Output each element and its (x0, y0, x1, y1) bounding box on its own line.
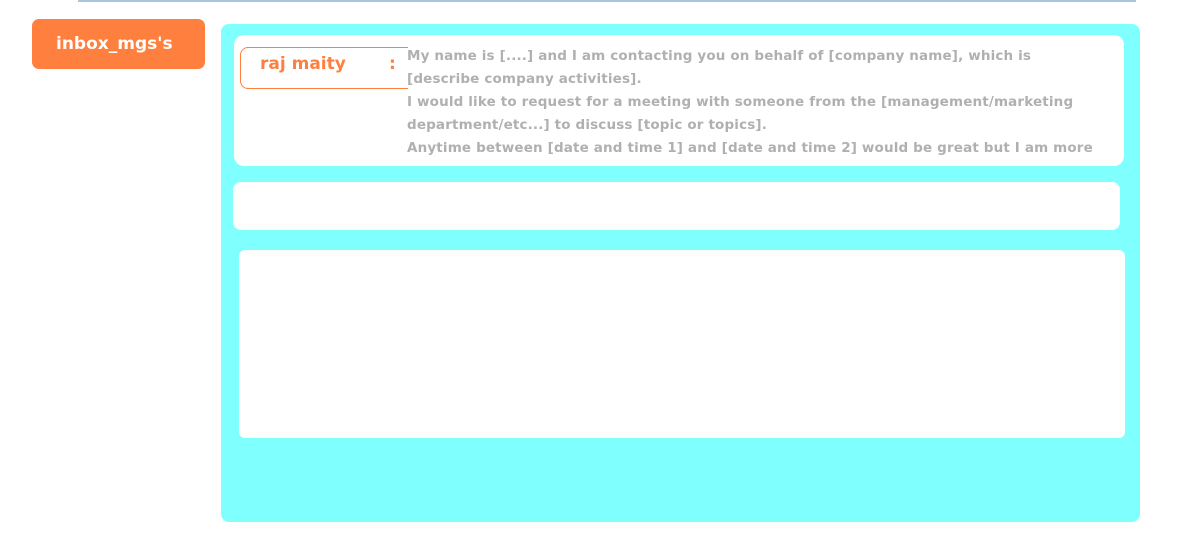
inbox-messages-button[interactable]: inbox_mgs's (32, 19, 205, 69)
sender-tag: raj maity : (240, 47, 408, 89)
sender-separator: : (389, 54, 396, 74)
message-line: My name is [....] and I am contacting yo… (407, 48, 1032, 64)
message-line: [describe company activities]. (407, 71, 642, 87)
message-panel: raj maity : My name is [....] and I am c… (221, 24, 1140, 522)
message-card[interactable]: raj maity : My name is [....] and I am c… (234, 35, 1124, 166)
reply-textarea[interactable] (239, 250, 1125, 438)
sender-name: raj maity (260, 54, 346, 74)
message-line: department/etc...] to discuss [topic or … (407, 117, 768, 133)
message-body: My name is [....] and I am contacting yo… (407, 45, 1117, 160)
top-divider (78, 0, 1136, 2)
message-line: I would like to request for a meeting wi… (407, 94, 1074, 110)
message-line: Anytime between [date and time 1] and [d… (407, 140, 1093, 156)
subject-input[interactable] (233, 182, 1120, 230)
